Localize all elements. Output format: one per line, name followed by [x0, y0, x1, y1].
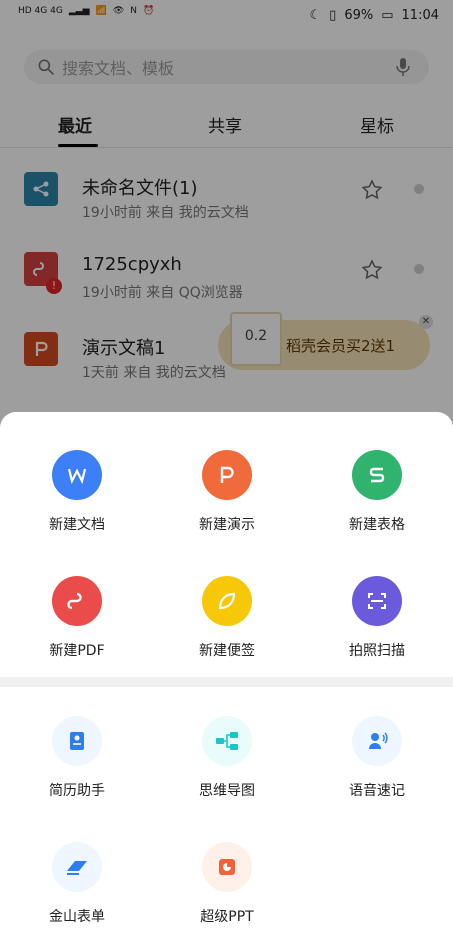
scan-icon	[352, 576, 402, 626]
leaf-icon	[202, 576, 252, 626]
mind-map-label: 思维导图	[199, 783, 255, 799]
resume-helper-button[interactable]: 简历助手	[12, 716, 142, 800]
new-presentation-button[interactable]: 新建演示	[162, 450, 292, 534]
voice-icon	[352, 716, 402, 766]
section-divider	[0, 677, 453, 687]
new-pdf-button[interactable]: 新建PDF	[12, 576, 142, 660]
spreadsheet-icon	[352, 450, 402, 500]
jinshan-form-label: 金山表单	[49, 909, 105, 925]
new-note-label: 新建便签	[199, 643, 255, 659]
voice-note-label: 语音速记	[349, 783, 405, 799]
scan-label: 拍照扫描	[349, 643, 405, 659]
voice-note-button[interactable]: 语音速记	[312, 716, 442, 800]
new-document-button[interactable]: 新建文档	[12, 450, 142, 534]
scan-button[interactable]: 拍照扫描	[312, 576, 442, 660]
new-document-label: 新建文档	[49, 517, 105, 533]
create-sheet: 新建文档 新建演示 新建表格 新建PDF 新建便签 拍照扫描 简历助手 思维导图…	[0, 412, 453, 940]
form-icon	[52, 842, 102, 892]
mind-map-button[interactable]: 思维导图	[162, 716, 292, 800]
new-spreadsheet-button[interactable]: 新建表格	[312, 450, 442, 534]
resume-helper-label: 简历助手	[49, 783, 105, 799]
super-ppt-label: 超级PPT	[200, 909, 254, 925]
new-presentation-label: 新建演示	[199, 517, 255, 533]
mind-map-icon	[202, 716, 252, 766]
presentation-icon	[202, 450, 252, 500]
pdf-icon	[52, 576, 102, 626]
resume-icon	[52, 716, 102, 766]
new-spreadsheet-label: 新建表格	[349, 517, 405, 533]
super-ppt-button[interactable]: 超级PPT	[162, 842, 292, 926]
new-pdf-label: 新建PDF	[49, 643, 105, 659]
new-note-button[interactable]: 新建便签	[162, 576, 292, 660]
jinshan-form-button[interactable]: 金山表单	[12, 842, 142, 926]
ppt-icon	[202, 842, 252, 892]
word-icon	[52, 450, 102, 500]
